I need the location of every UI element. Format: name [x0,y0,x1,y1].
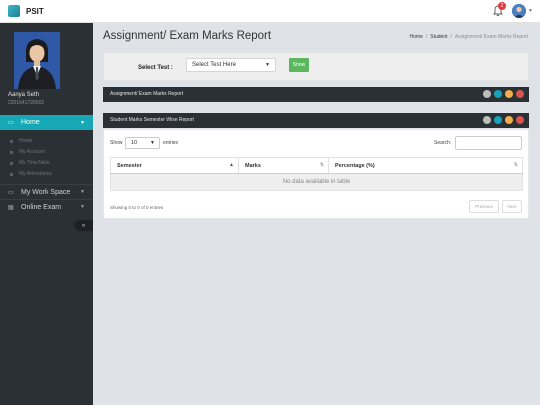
sidebar-collapse-button[interactable]: « [74,220,93,231]
circle-icon [10,161,13,165]
breadcrumb-separator: / [450,34,452,40]
sidebar: Aanya Seth 2201641720002 ▭ Home ▼ Home M… [0,23,93,405]
show-label: Show [110,140,123,146]
avatar-person-icon [512,4,526,18]
breadcrumb: Home / Student / Assignment/ Exam Marks … [410,34,528,40]
user-id: 2201641720002 [8,100,45,106]
sidebar-subitem-my-timetable[interactable]: My TimeTable [10,160,50,166]
chevron-down-icon: ▼ [265,62,270,68]
sidebar-subitem-label: My Account [19,149,45,155]
sidebar-item-label: Online Exam [21,203,62,211]
semester-report-panel-header: Student Marks Semester Wise Report [103,113,529,128]
test-filter-bar: Select Test : Select Test Here ▼ Show [103,52,529,81]
breadcrumb-current: Assignment/ Exam Marks Report [454,34,528,40]
select-test-label: Select Test : [138,65,173,71]
sidebar-subitem-home[interactable]: Home [10,138,32,144]
minimize-icon[interactable] [505,116,513,124]
semester-report-panel: Show 10 ▼ entries Search: Semester ▲ Mar… [103,129,529,219]
page-title: Assignment/ Exam Marks Report [103,30,272,42]
sidebar-item-home[interactable]: ▭ Home ▼ [0,115,93,130]
next-page-button[interactable]: Next [502,200,522,213]
notification-badge: 2 [498,2,506,10]
panel-title: Student Marks Semester Wise Report [110,117,194,123]
sidebar-subitem-my-account[interactable]: My Account [10,149,45,155]
assignment-report-panel-header: Assignment/ Exam Marks Report [103,87,529,102]
circle-icon [10,172,13,176]
settings-icon[interactable] [483,116,491,124]
document-icon: ▤ [8,204,14,211]
breadcrumb-separator: / [425,34,428,40]
sidebar-item-label: My Work Space [21,188,71,196]
column-header-semester[interactable]: Semester ▲ [110,157,239,174]
user-menu-caret-icon[interactable]: ▼ [528,8,533,14]
brand[interactable]: PSIT [8,5,44,17]
close-icon[interactable] [516,116,524,124]
sidebar-item-my-work-space[interactable]: ▭ My Work Space ▼ [0,185,93,199]
previous-page-button[interactable]: Previous [469,200,499,213]
monitor-icon: ▭ [8,189,14,196]
circle-icon [10,150,13,154]
breadcrumb-home[interactable]: Home [410,34,423,40]
column-header-label: Marks [245,162,261,169]
breadcrumb-student[interactable]: Student [430,34,447,40]
user-name: Aanya Seth [8,92,40,98]
chevron-down-icon: ▼ [80,204,85,210]
top-bar: PSIT 2 ▼ [0,0,540,23]
column-header-marks[interactable]: Marks ⇅ [238,157,329,174]
sidebar-subitem-my-attendance[interactable]: My Attendance [10,171,52,177]
minimize-icon[interactable] [505,90,513,98]
chevron-down-icon: ▼ [80,119,85,126]
sidebar-subitem-label: Home [19,138,33,144]
sidebar-subitem-label: My Attendance [19,171,53,177]
sidebar-item-online-exam[interactable]: ▤ Online Exam ▼ [0,200,93,214]
sidebar-item-label: Home [21,119,40,126]
table-info: Showing 0 to 0 of 0 entries [110,205,164,210]
sort-icon: ⇅ [513,162,518,168]
column-header-label: Semester [117,162,142,169]
panel-title: Assignment/ Exam Marks Report [110,91,184,97]
sort-asc-icon: ▲ [229,162,234,168]
monitor-icon: ▭ [8,120,14,126]
close-icon[interactable] [516,90,524,98]
test-select[interactable]: Select Test Here ▼ [186,58,276,72]
marks-table: Semester ▲ Marks ⇅ Percentage (%) ⇅ No d… [110,157,523,191]
panel-controls [483,116,524,124]
entries-length-select[interactable]: 10 ▼ [125,137,160,149]
profile-photo [14,32,60,89]
column-header-percentage[interactable]: Percentage (%) ⇅ [328,157,523,174]
empty-table-message: No data available in table [110,173,523,191]
entries-length-value: 10 [131,140,138,146]
show-button[interactable]: Show [289,58,309,72]
search-label: Search: [434,140,452,146]
circle-icon [10,139,13,143]
table-row: No data available in table [110,173,523,191]
column-header-label: Percentage (%) [335,162,375,169]
refresh-icon[interactable] [494,90,502,98]
settings-icon[interactable] [483,90,491,98]
chevron-down-icon: ▼ [150,140,155,146]
brand-logo-icon [8,5,20,17]
entries-label: entries [163,140,179,146]
panel-controls [483,90,524,98]
search-input[interactable] [455,136,522,150]
brand-name: PSIT [26,6,44,16]
sidebar-subitem-label: My TimeTable [19,160,50,166]
chevron-down-icon: ▼ [80,189,85,195]
user-avatar[interactable] [512,4,526,18]
refresh-icon[interactable] [494,116,502,124]
sort-icon: ⇅ [319,162,324,168]
test-select-value: Select Test Here [192,62,236,68]
